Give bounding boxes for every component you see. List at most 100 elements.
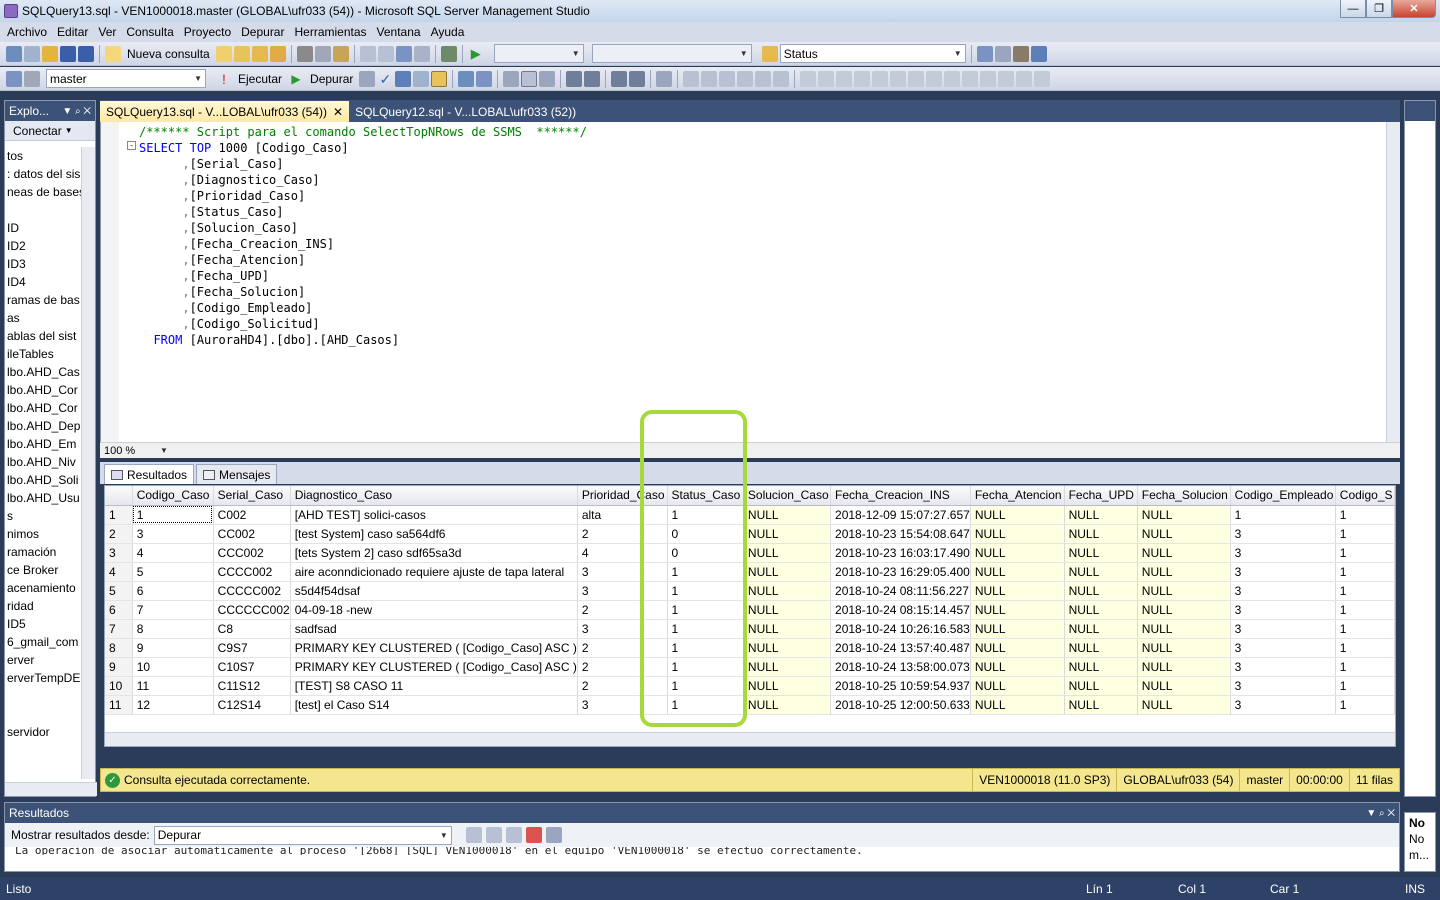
table-cell[interactable]: 2018-10-23 16:29:05.400 (830, 562, 971, 582)
table-cell[interactable]: 3 (1230, 524, 1336, 544)
align-bottom-icon[interactable] (773, 70, 790, 87)
table-cell[interactable]: C9S7 (213, 638, 291, 658)
table-cell[interactable]: CC002 (213, 524, 291, 544)
screenshot-icon[interactable] (440, 45, 457, 62)
same-height-icon[interactable] (818, 70, 835, 87)
table-cell[interactable]: [tets System 2] caso sdf65sa3d (290, 543, 578, 563)
add-item-icon[interactable] (24, 45, 40, 62)
table-cell[interactable]: NULL (1137, 562, 1231, 582)
menu-ayuda[interactable]: Ayuda (426, 25, 470, 39)
paste-icon[interactable] (332, 45, 349, 62)
align-middle-icon[interactable] (755, 70, 772, 87)
undo-icon[interactable] (359, 45, 376, 62)
table-cell[interactable]: 1 (667, 562, 744, 582)
table-row[interactable]: 1 1 C002 [AHD TEST] solici-casos alta 1 NULL 20… (105, 505, 1395, 525)
table-cell[interactable]: 10 (132, 657, 214, 677)
table-cell[interactable]: NULL (970, 619, 1065, 639)
row-number-cell[interactable]: 9 (105, 657, 133, 677)
tree-node[interactable]: lbo.AHD_Cor (5, 399, 81, 417)
table-cell[interactable]: NULL (1064, 543, 1138, 563)
table-cell[interactable]: alta (577, 505, 668, 525)
tab-sqlquery13[interactable]: SQLQuery13.sql - V...LOBAL\ufr033 (54)) ✕ (100, 101, 350, 122)
column-header[interactable]: Fecha_Atencion (970, 486, 1065, 506)
table-cell[interactable]: 6 (132, 581, 214, 601)
table-cell[interactable]: CCCCCC002 (213, 600, 291, 620)
table-cell[interactable]: 1 (667, 695, 744, 715)
client-stats-icon[interactable] (476, 70, 493, 87)
panel-controls-icon[interactable]: ▼ ⌕ ✕ (62, 106, 91, 117)
table-cell[interactable]: CCC002 (213, 543, 291, 563)
column-header[interactable]: Fecha_Solucion (1137, 486, 1231, 506)
table-cell[interactable]: NULL (743, 543, 832, 563)
solution-config-combo[interactable]: ▼ (493, 44, 584, 63)
column-header[interactable]: Diagnostico_Caso (290, 486, 578, 506)
platform-combo[interactable]: ▼ (591, 44, 752, 63)
uncomment-icon[interactable] (584, 70, 601, 87)
row-number-cell[interactable]: 8 (105, 638, 133, 658)
table-cell[interactable]: 2018-10-23 15:54:08.647 (830, 524, 971, 544)
table-cell[interactable]: 3 (577, 581, 668, 601)
table-cell[interactable]: 2 (577, 524, 668, 544)
execute-icon[interactable]: ! (216, 71, 232, 87)
find-combo[interactable]: Status ▼ (779, 44, 966, 63)
table-cell[interactable]: 11 (132, 676, 214, 696)
table-cell[interactable]: 2 (577, 600, 668, 620)
debug-button[interactable]: Depurar (306, 72, 357, 86)
align-center-icon[interactable] (701, 70, 718, 87)
table-cell[interactable]: 3 (1230, 619, 1336, 639)
table-cell[interactable]: NULL (1137, 505, 1231, 525)
table-cell[interactable]: 1 (1335, 524, 1395, 544)
goto-icon[interactable] (465, 827, 482, 843)
tree-node[interactable]: as (5, 309, 81, 327)
row-number-cell[interactable]: 4 (105, 562, 133, 582)
table-cell[interactable]: NULL (970, 524, 1065, 544)
table-cell[interactable]: NULL (1137, 676, 1231, 696)
next-message-icon[interactable] (505, 827, 522, 843)
query-designer-icon[interactable] (413, 70, 430, 87)
table-cell[interactable]: NULL (1137, 581, 1231, 601)
column-header[interactable]: Codigo_Caso (132, 486, 214, 506)
table-cell[interactable]: 3 (1230, 695, 1336, 715)
row-number-cell[interactable]: 3 (105, 543, 133, 563)
table-row[interactable]: 4 5 CCCC002 aire aconndicionado requiere aj… (105, 562, 1395, 582)
tree-node[interactable]: 6_gmail_com (5, 633, 81, 651)
zoom-level[interactable]: 100 % (100, 445, 160, 457)
table-row[interactable]: 8 9 C9S7 PRIMARY KEY CLUSTERED ( [Codigo_Ca… (105, 638, 1395, 658)
table-cell[interactable]: NULL (1064, 581, 1138, 601)
table-cell[interactable]: NULL (970, 543, 1065, 563)
window-layout-icon[interactable] (1030, 45, 1047, 62)
table-cell[interactable]: 2018-10-25 12:00:50.633 (830, 695, 971, 715)
decrease-hspacing-icon[interactable] (890, 70, 907, 87)
database-combo[interactable]: master ▼ (46, 69, 206, 88)
copy-icon[interactable] (314, 45, 331, 62)
table-cell[interactable]: 1 (667, 638, 744, 658)
tree-node[interactable]: ablas del sist (5, 327, 81, 345)
table-row[interactable]: 6 7 CCCCCC002 04-09-18 -new 2 1 NULL 2018-10-24… (105, 600, 1395, 620)
table-cell[interactable]: 3 (577, 695, 668, 715)
table-cell[interactable]: 0 (667, 524, 744, 544)
table-cell[interactable]: 4 (132, 543, 214, 563)
align-left-icon[interactable] (683, 70, 700, 87)
table-cell[interactable]: NULL (970, 638, 1065, 658)
table-cell[interactable]: C002 (213, 505, 291, 525)
table-cell[interactable]: NULL (1137, 524, 1231, 544)
table-cell[interactable]: NULL (743, 562, 832, 582)
tree-node[interactable]: ridad (5, 597, 81, 615)
specify-values-icon[interactable] (656, 70, 673, 87)
analysis-query-icon[interactable] (233, 45, 250, 62)
table-cell[interactable]: 3 (1230, 676, 1336, 696)
table-cell[interactable]: NULL (970, 562, 1065, 582)
find-in-files-icon[interactable] (761, 45, 778, 62)
table-cell[interactable]: C10S7 (213, 657, 291, 677)
new-query-icon[interactable] (105, 45, 121, 62)
table-cell[interactable]: 1 (1335, 505, 1395, 525)
table-cell[interactable]: C11S12 (213, 676, 291, 696)
table-cell[interactable]: NULL (743, 524, 832, 544)
tree-node[interactable]: ramación (5, 543, 81, 561)
table-cell[interactable]: [TEST] S8 CASO 11 (290, 676, 578, 696)
table-cell[interactable]: 1 (667, 619, 744, 639)
results-grid-icon[interactable] (521, 70, 538, 87)
table-cell[interactable]: NULL (743, 638, 832, 658)
query-text[interactable]: /****** Script para el comando SelectTop… (127, 124, 587, 348)
show-from-combo[interactable]: Depurar ▼ (153, 825, 452, 845)
